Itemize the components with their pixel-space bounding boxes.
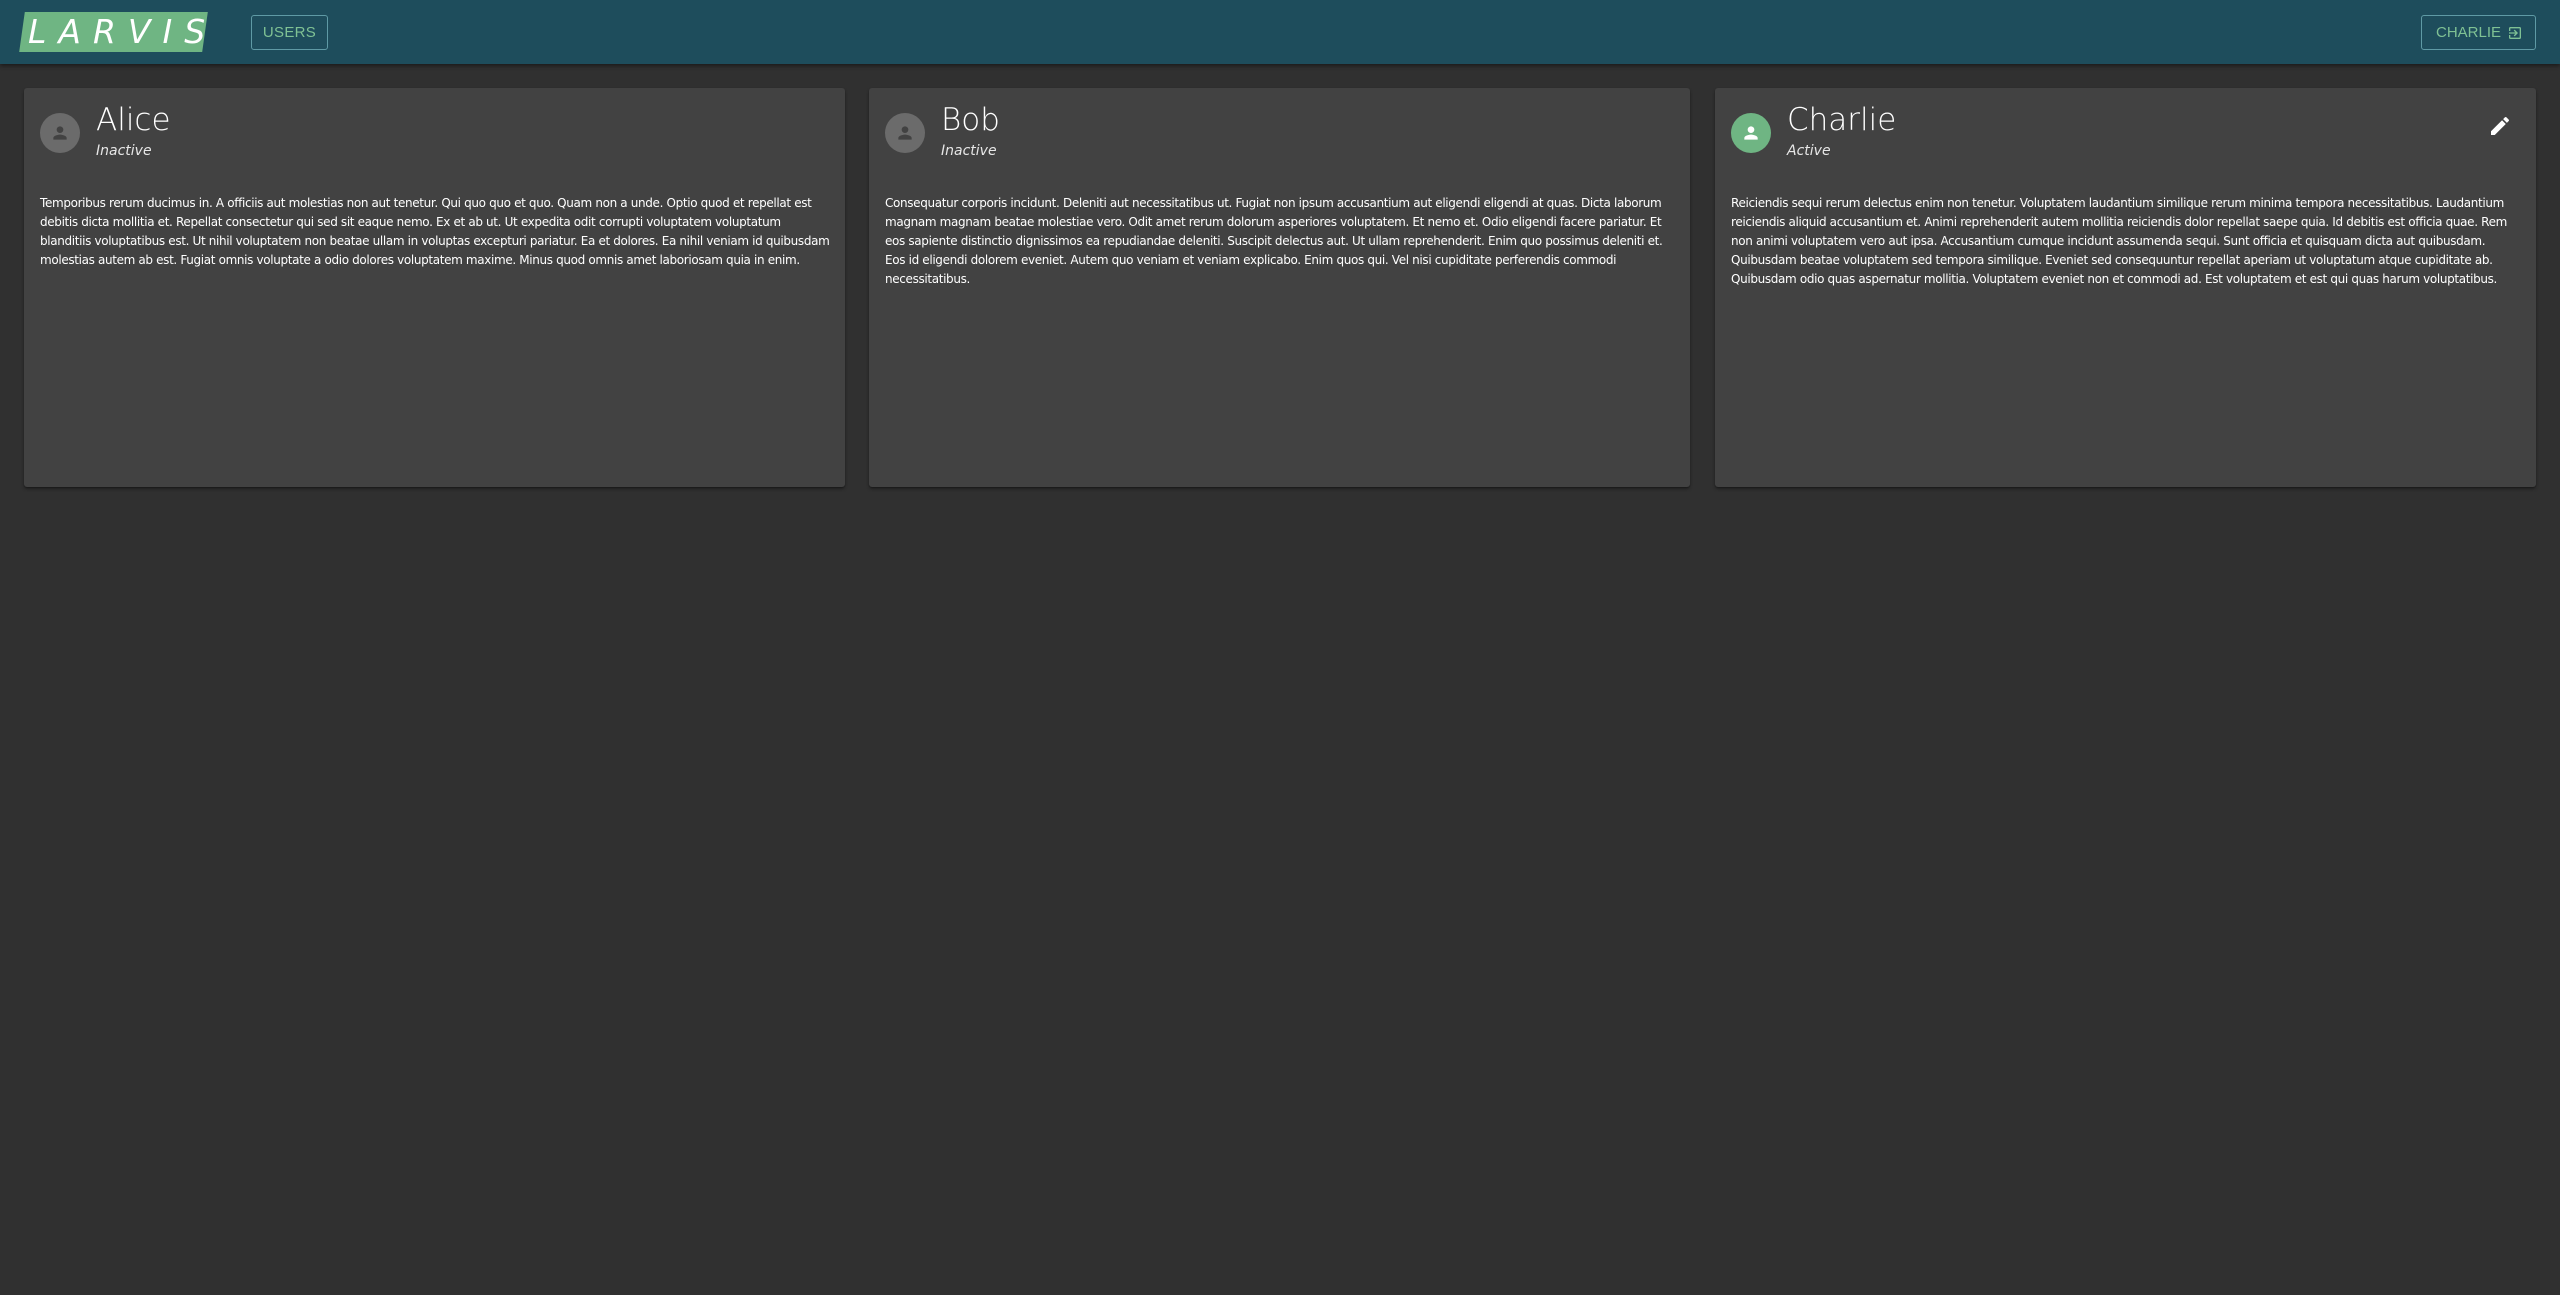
user-name: Alice — [96, 102, 171, 138]
current-user-label: CHARLIE — [2436, 24, 2502, 41]
user-name: Bob — [941, 102, 1000, 138]
user-description: Temporibus rerum ducimus in. A officiis … — [40, 196, 830, 267]
user-status: Inactive — [96, 143, 152, 159]
edit-icon[interactable] — [2488, 114, 2512, 138]
person-icon — [898, 126, 912, 140]
user-card-alice: Alice Inactive Temporibus rerum ducimus … — [24, 88, 845, 487]
avatar — [40, 113, 80, 153]
user-card-bob: Bob Inactive Consequatur corporis incidu… — [869, 88, 1690, 487]
current-user-button[interactable]: CHARLIE — [2421, 15, 2536, 50]
logo-text: LARVIS — [28, 12, 218, 51]
person-icon — [1744, 126, 1758, 140]
user-status: Inactive — [941, 143, 997, 159]
logout-icon — [2509, 27, 2521, 39]
top-app-bar: LARVIS USERS CHARLIE — [0, 0, 2560, 64]
user-description: Consequatur corporis incidunt. Deleniti … — [885, 196, 1663, 286]
person-icon — [53, 126, 67, 140]
user-name: Charlie — [1787, 102, 1897, 138]
users-nav-button[interactable]: USERS — [251, 15, 328, 50]
avatar — [1731, 113, 1771, 153]
avatar — [885, 113, 925, 153]
user-status: Active — [1787, 143, 1831, 159]
user-description: Reiciendis sequi rerum delectus enim non… — [1731, 196, 2507, 286]
user-card-charlie: Charlie Active Reiciendis sequi rerum de… — [1715, 88, 2536, 487]
larvis-logo[interactable]: LARVIS — [19, 12, 218, 52]
